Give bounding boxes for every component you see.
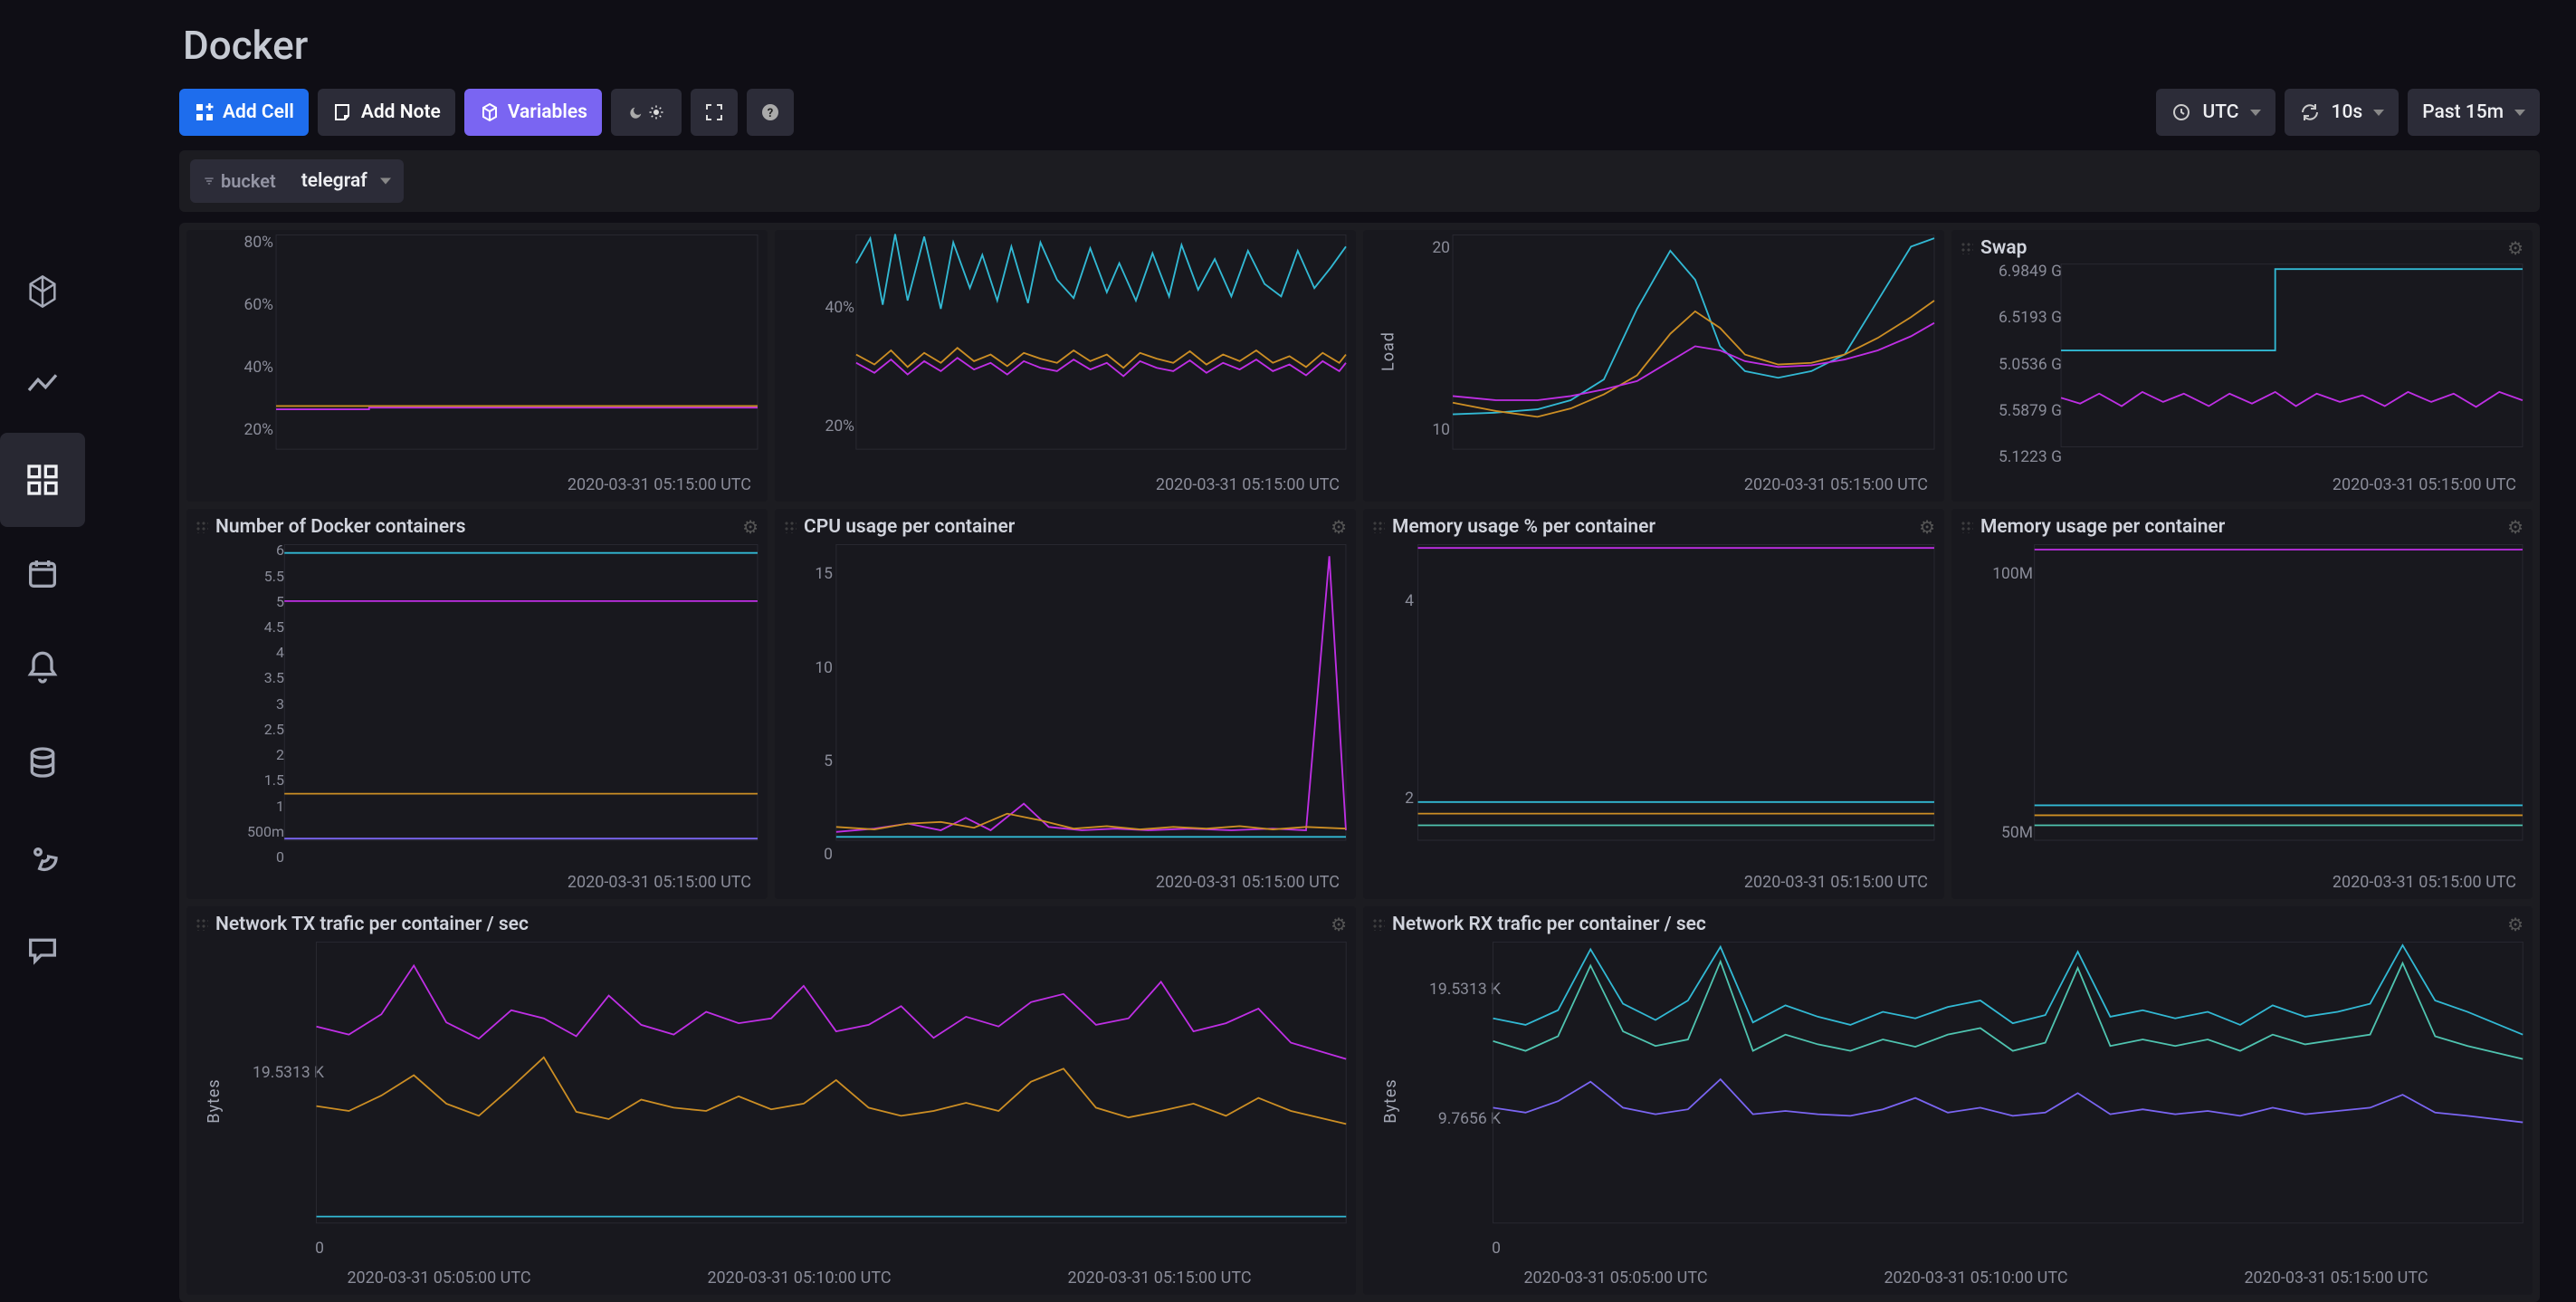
fullscreen-icon [703,101,725,123]
cell-r0c1: 40% 20% 2020-03-31 05:15:00 UTC [775,230,1356,502]
drag-handle-icon[interactable] [1961,521,1973,533]
gear-icon[interactable]: ⚙ [2507,237,2524,259]
gear-icon[interactable]: ⚙ [1331,516,1347,538]
x-axis-tick: 2020-03-31 05:15:00 UTC [775,869,1356,899]
gear-icon[interactable]: ⚙ [742,516,758,538]
variables-button[interactable]: Variables [464,89,602,136]
time-range-dropdown[interactable]: Past 15m [2408,89,2540,136]
x-axis-tick: 2020-03-31 05:15:00 UTC [1363,472,1944,502]
x-axis-ticks: 2020-03-31 05:05:00 UTC 2020-03-31 05:10… [186,1265,1356,1295]
chart-net-tx [186,937,1356,1230]
cell-title: Number of Docker containers [215,516,466,538]
x-axis-tick: 2020-03-31 05:15:00 UTC [1951,869,2533,899]
chevron-down-icon [2250,110,2261,116]
refresh-dropdown[interactable]: 10s [2285,89,2399,136]
add-cell-label: Add Cell [223,101,294,123]
add-cell-icon [194,101,215,123]
chevron-down-icon [2373,110,2384,116]
nav-load-data[interactable] [0,715,85,809]
cell-title: Memory usage % per container [1392,516,1655,538]
x-axis-tick: 2020-03-31 05:15:00 UTC [186,869,768,899]
nav-tasks[interactable] [0,527,85,621]
help-icon: ? [759,101,781,123]
cell-swap: Swap ⚙ 6.9849 G 6.5193 G 5.0536 G 5.5879… [1951,230,2533,502]
x-axis-ticks: 2020-03-31 05:05:00 UTC 2020-03-31 05:10… [1363,1265,2533,1295]
help-button[interactable]: ? [747,89,794,136]
variable-bar: bucket telegraf [179,150,2540,212]
cube-icon [479,101,501,123]
nav-dashboards[interactable] [0,433,85,527]
chevron-down-icon [2514,110,2525,116]
sidebar-nav [0,0,85,1302]
refresh-value: 10s [2332,101,2363,123]
nav-feedback[interactable] [0,904,85,998]
variables-label: Variables [508,101,587,123]
drag-handle-icon[interactable] [784,521,797,533]
x-axis-tick: 2020-03-31 05:15:00 UTC [1951,472,2533,502]
refresh-icon [2299,101,2321,123]
x-axis-tick: 2020-03-31 05:15:00 UTC [186,472,768,502]
cell-r0c2: Load 20 10 2020-03-31 05:15:00 UTC [1363,230,1944,502]
cell-grid: 80% 60% 40% 20% 2020-03-31 05:15:00 UTC [179,223,2540,1302]
timezone-dropdown[interactable]: UTC [2156,89,2275,136]
nav-settings[interactable] [0,809,85,904]
gear-icon[interactable]: ⚙ [1331,914,1347,935]
cell-title: Swap [1980,237,2027,259]
clock-icon [2171,101,2192,123]
cell-title: Network RX trafic per container / sec [1392,914,1706,935]
cell-net-rx: Network RX trafic per container / sec ⚙ … [1363,906,2533,1295]
drag-handle-icon[interactable] [196,918,208,931]
variable-label: bucket [190,170,289,192]
cell-title: Memory usage per container [1980,516,2225,538]
cell-title: CPU usage per container [804,516,1015,538]
x-axis-tick: 2020-03-31 05:15:00 UTC [775,472,1356,502]
gear-icon[interactable]: ⚙ [1919,516,1935,538]
chart-r0c0 [186,230,768,463]
nav-alerts[interactable] [0,621,85,715]
drag-handle-icon[interactable] [1372,521,1385,533]
cell-r0c0: 80% 60% 40% 20% 2020-03-31 05:15:00 UTC [186,230,768,502]
moon-icon [628,104,644,120]
gear-icon[interactable]: ⚙ [2507,516,2524,538]
chart-cpu-per-container [775,540,1356,847]
chart-r0c2 [1363,230,1944,463]
time-range-value: Past 15m [2422,101,2504,123]
nav-data[interactable] [0,244,85,339]
variable-value: telegraf [289,170,404,192]
gear-icon[interactable]: ⚙ [2507,914,2524,935]
cell-cpu-per-container: CPU usage per container ⚙ 1510 50 [775,509,1356,899]
cell-title: Network TX trafic per container / sec [215,914,529,935]
cell-mem-per-container: Memory usage per container ⚙ 100M 50M [1951,509,2533,899]
note-icon [332,101,354,123]
fullscreen-button[interactable] [691,89,738,136]
svg-text:?: ? [768,107,773,120]
chart-mem-pct [1363,540,1944,847]
page-title: Docker [112,0,2549,80]
add-note-button[interactable]: Add Note [318,89,455,136]
chart-net-rx [1363,937,2533,1230]
sun-icon [648,104,664,120]
toolbar: Add Cell Add Note Variables ? [112,80,2549,145]
variable-pill[interactable]: bucket telegraf [190,159,404,203]
filter-icon [203,175,215,187]
cell-net-tx: Network TX trafic per container / sec ⚙ … [186,906,1356,1295]
main-content: Docker Add Cell Add Note Variables [85,0,2576,1302]
theme-toggle-button[interactable] [611,89,682,136]
chart-mem-per-container [1951,540,2533,847]
chart-r0c1 [775,230,1356,463]
chart-container-count [186,540,768,847]
x-axis-tick: 2020-03-31 05:15:00 UTC [1363,869,1944,899]
cell-mem-pct-per-container: Memory usage % per container ⚙ 4 2 [1363,509,1944,899]
nav-explore[interactable] [0,339,85,433]
drag-handle-icon[interactable] [196,521,208,533]
chart-swap [1951,261,2533,452]
add-cell-button[interactable]: Add Cell [179,89,309,136]
add-note-label: Add Note [361,101,441,123]
timezone-value: UTC [2203,101,2239,123]
drag-handle-icon[interactable] [1372,918,1385,931]
cell-container-count: Number of Docker containers ⚙ 65.5 54.5 … [186,509,768,899]
drag-handle-icon[interactable] [1961,242,1973,254]
